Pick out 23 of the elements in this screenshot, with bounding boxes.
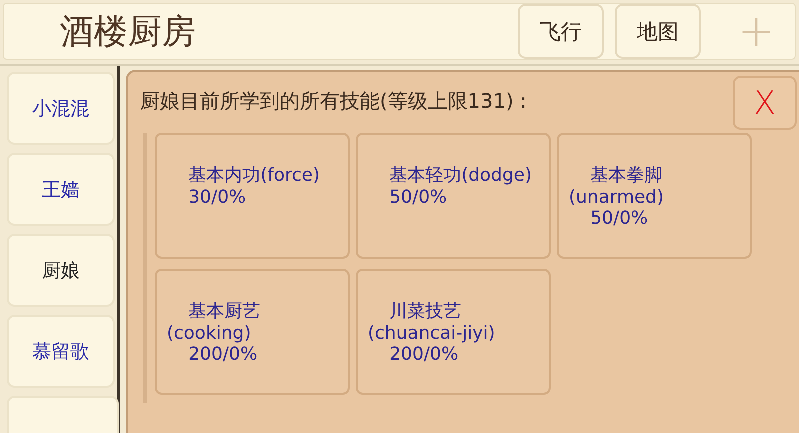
sidebar-item[interactable]: 小混混	[7, 72, 115, 145]
skill-level: 200/0%	[388, 344, 460, 366]
skill-level: 50/0%	[388, 186, 448, 208]
header-button[interactable]: 飞行	[518, 4, 604, 59]
header-button[interactable]: 地图	[615, 4, 702, 59]
skill-card[interactable]: 川菜技艺(chuancai-jiyi) 200/0%	[356, 269, 551, 395]
skill-level: 50/0%	[590, 208, 650, 230]
skill-name: 川菜技艺(chuancai-jiyi)	[368, 301, 496, 344]
sidebar-item[interactable]: 厨娘	[7, 234, 115, 307]
sidebar-item[interactable]: 王嫱	[7, 153, 115, 226]
skill-card[interactable]: 基本轻功(dodge) 50/0%	[356, 133, 551, 259]
skill-level: 200/0%	[188, 344, 259, 366]
skill-name: 基本轻功(dodge)	[388, 165, 534, 187]
skill-name: 基本厨艺(cooking)	[167, 301, 262, 344]
skill-card[interactable]: 基本内功(force) 30/0%	[155, 133, 350, 259]
skill-name: 基本拳脚(unarmed)	[569, 165, 666, 208]
skill-level: 30/0%	[188, 186, 248, 208]
page-title: 酒楼厨房	[60, 10, 196, 54]
panel-heading: 厨娘目前所学到的所有技能(等级上限131) :	[140, 88, 527, 115]
skill-card[interactable]: 基本厨艺(cooking) 200/0%	[155, 269, 350, 395]
skill-name: 基本内功(force)	[188, 165, 321, 187]
skill-card[interactable]: 基本拳脚(unarmed) 50/0%	[557, 133, 752, 259]
sidebar-item[interactable]: 慕留歌	[7, 315, 115, 388]
